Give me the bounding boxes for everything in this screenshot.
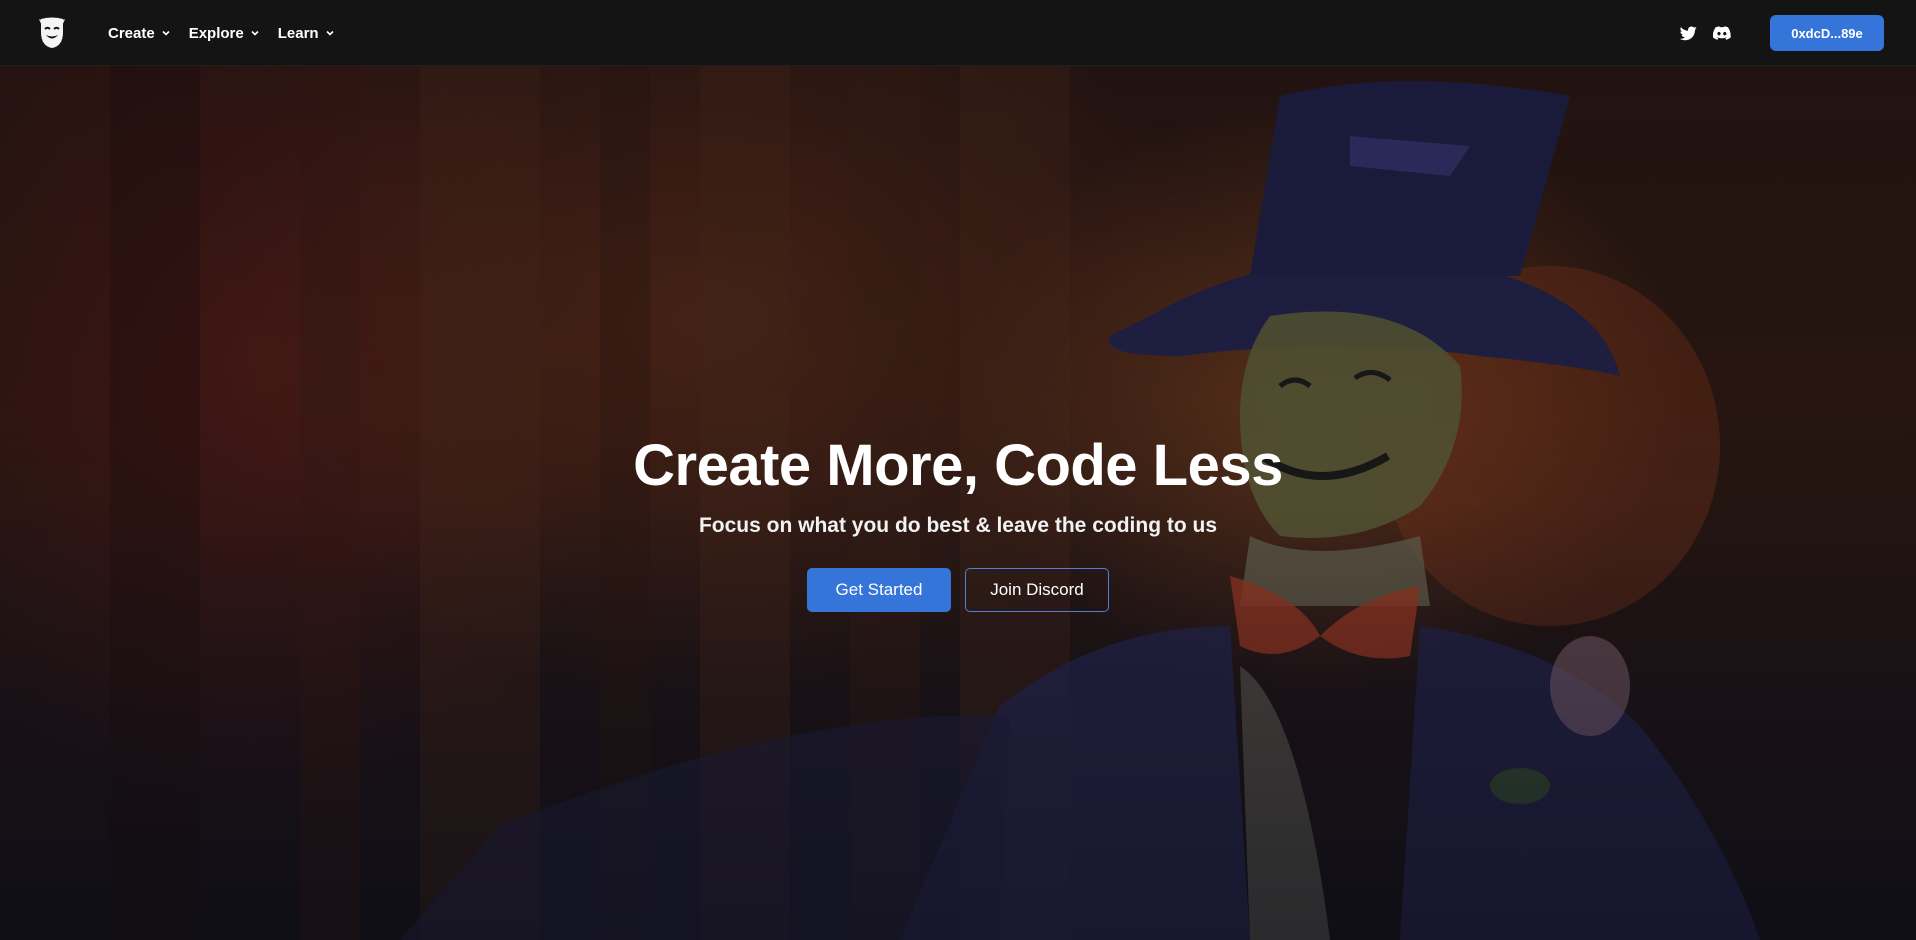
hero-section: Create More, Code Less Focus on what you… <box>0 66 1916 940</box>
theater-mask-logo[interactable] <box>38 16 66 50</box>
nav-learn[interactable]: Learn <box>278 25 335 42</box>
nav-create[interactable]: Create <box>108 25 171 42</box>
twitter-icon[interactable] <box>1678 23 1698 43</box>
nav-explore-label: Explore <box>188 24 244 42</box>
nav-right-group: 0xdcD...89e <box>1678 0 1884 66</box>
discord-icon[interactable] <box>1712 23 1732 43</box>
chevron-down-icon <box>162 30 170 36</box>
nav-create-label: Create <box>108 24 155 42</box>
nav-learn-label: Learn <box>277 24 319 42</box>
hero-subtitle: Focus on what you do best & leave the co… <box>698 514 1218 537</box>
chevron-down-icon <box>251 30 259 36</box>
get-started-button[interactable]: Get Started <box>807 568 951 612</box>
hero-content: Create More, Code Less Focus on what you… <box>0 66 1916 940</box>
chevron-down-icon <box>326 30 334 36</box>
top-navbar: Create Explore Learn 0xdcD...89e <box>0 0 1916 66</box>
main-nav: Create Explore Learn <box>108 0 335 66</box>
hero-buttons: Get Started Join Discord <box>0 568 1916 612</box>
wallet-button[interactable]: 0xdcD...89e <box>1770 15 1884 51</box>
nav-explore[interactable]: Explore <box>189 25 260 42</box>
join-discord-button[interactable]: Join Discord <box>965 568 1109 612</box>
hero-title: Create More, Code Less <box>633 433 1283 498</box>
